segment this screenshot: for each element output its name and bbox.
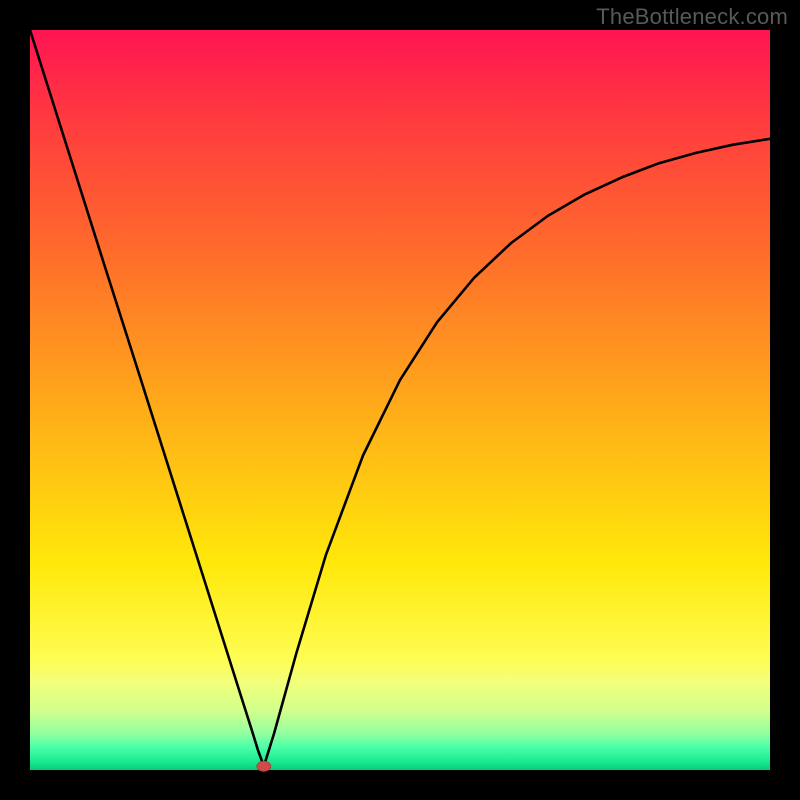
chart-svg [30, 30, 770, 770]
watermark-text: TheBottleneck.com [596, 4, 788, 30]
optimum-marker [257, 761, 271, 771]
plot-area [30, 30, 770, 770]
chart-frame: TheBottleneck.com [0, 0, 800, 800]
curve-line [30, 30, 770, 766]
